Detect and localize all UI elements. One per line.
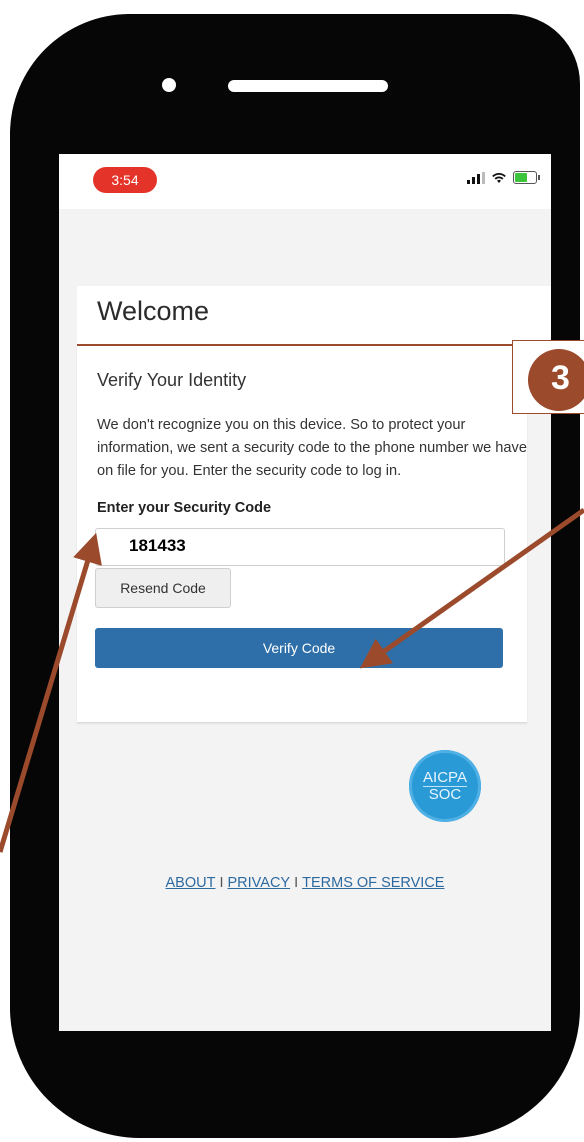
verify-card: Verify Your Identity We don't recognize … [77, 346, 527, 723]
status-icons [467, 171, 540, 184]
verify-description: We don't recognize you on this device. S… [97, 417, 527, 479]
welcome-header: Welcome [77, 286, 551, 346]
step-callout: 3 [512, 340, 584, 414]
status-time: 3:54 [93, 167, 157, 193]
status-bar: 3:54 [59, 154, 551, 209]
resend-code-button[interactable]: Resend Code [95, 568, 231, 608]
camera-dot [162, 78, 176, 92]
verify-code-button[interactable]: Verify Code [95, 628, 503, 668]
privacy-link[interactable]: PRIVACY [228, 875, 291, 891]
footer-separator: I [219, 875, 224, 891]
phone-frame: 3:54 Welcome Verify Your Identity We don… [10, 14, 580, 1138]
page-title: Welcome [97, 296, 210, 326]
wifi-icon [492, 172, 506, 183]
security-code-label: Enter your Security Code [97, 500, 272, 516]
badge-top-text: AICPA [423, 769, 467, 786]
terms-link[interactable]: TERMS OF SERVICE [302, 875, 444, 891]
footer-links: ABOUT I PRIVACY I TERMS OF SERVICE [59, 875, 551, 891]
header-spacer [59, 209, 551, 286]
security-code-value: 181433 [129, 536, 186, 555]
footer-separator: I [294, 875, 299, 891]
battery-icon [513, 171, 540, 184]
main-content: Welcome Verify Your Identity We don't re… [59, 286, 551, 1031]
verify-identity-heading: Verify Your Identity [97, 370, 247, 390]
aicpa-soc-badge: AICPA SOC [409, 750, 481, 822]
signal-icon [467, 171, 485, 184]
security-code-input[interactable]: 181433 [95, 528, 505, 566]
badge-bottom-text: SOC [428, 786, 462, 803]
step-number: 3 [551, 359, 570, 397]
speaker-slot [228, 80, 388, 92]
phone-screen: 3:54 Welcome Verify Your Identity We don… [59, 154, 551, 1031]
about-link[interactable]: ABOUT [166, 875, 216, 891]
